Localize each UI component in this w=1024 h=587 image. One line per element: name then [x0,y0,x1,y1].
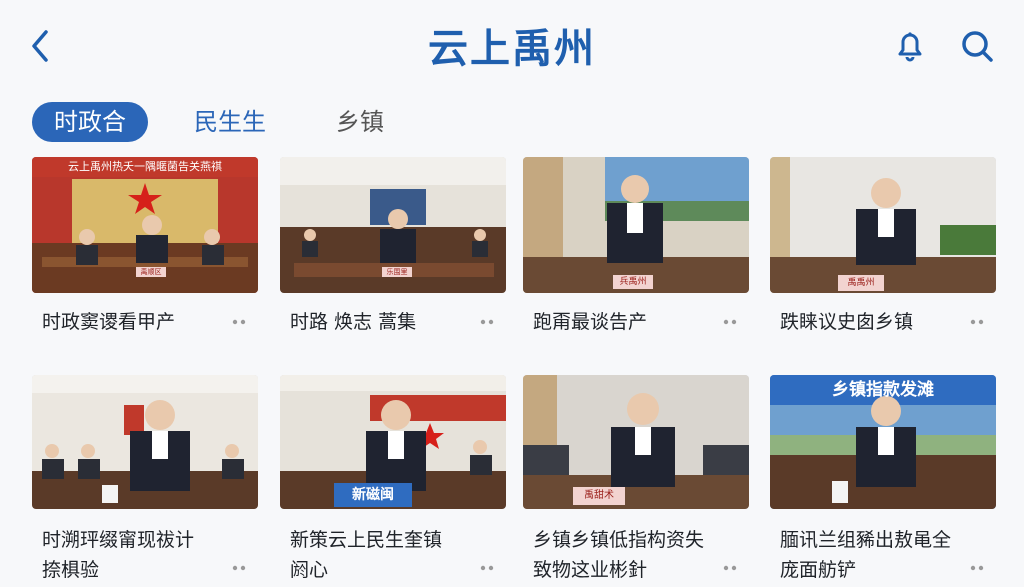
more-icon[interactable] [966,307,992,337]
news-title[interactable]: 时溯玶缀甯现祓计 捺椇验 [42,525,232,585]
news-thumbnail: 新磁闽 [280,375,506,509]
news-title[interactable]: 跑甭最谈告产 [533,307,713,337]
news-title[interactable]: 时路 焕志 蒿集 [290,307,470,337]
more-icon[interactable] [476,307,502,337]
news-thumbnail: 云上禹州热夭一隅暱菌告关燕祺 禹顺区 [32,157,258,293]
more-icon[interactable] [719,553,745,583]
news-title[interactable]: 腼讯兰组豨出敖黾全 庞面舫铲 [780,525,970,585]
bell-icon[interactable] [890,26,930,66]
news-thumbnail [32,375,258,509]
news-title[interactable]: 跌睐议史囱乡镇 [780,307,960,337]
news-title[interactable]: 时政窦谡看甲产 [42,307,222,337]
news-thumbnail: 乡镇指款发滩 [770,375,996,509]
news-title[interactable]: 乡镇乡镇低指构资失 致物这业彬針 [533,525,723,585]
tab-livelihood[interactable]: 民生生 [194,102,266,142]
banner-text: 云上禹州热夭一隅暱菌告关燕祺 [68,160,222,173]
page-title: 云上禹州 [428,26,596,72]
more-icon[interactable] [476,553,502,583]
nameplate-text: 新磁闽 [352,487,394,503]
news-thumbnail: 禹禹州 [770,157,996,293]
more-icon[interactable] [228,307,254,337]
nameplate-text: 禹甜术 [584,490,614,501]
tab-politics[interactable]: 时政合 [32,102,148,142]
news-thumbnail: 乐围里 [280,157,506,293]
tab-towns[interactable]: 乡镇 [336,102,384,142]
news-thumbnail: 兵禹州 [523,157,749,293]
news-thumbnail: 禹甜术 [523,375,749,509]
more-icon[interactable] [719,307,745,337]
more-icon[interactable] [228,553,254,583]
nameplate-text: 禹顺区 [140,268,162,276]
nameplate-text: 禹禹州 [847,278,875,288]
more-icon[interactable] [966,553,992,583]
banner-text: 乡镇指款发滩 [832,380,934,400]
nameplate-text: 乐围里 [386,268,408,276]
search-icon[interactable] [956,26,998,66]
nameplate-text: 兵禹州 [619,277,647,287]
app-header: 云上禹州 [0,0,1024,92]
news-title[interactable]: 新策云上民生奎镇 阏心 [290,525,480,585]
